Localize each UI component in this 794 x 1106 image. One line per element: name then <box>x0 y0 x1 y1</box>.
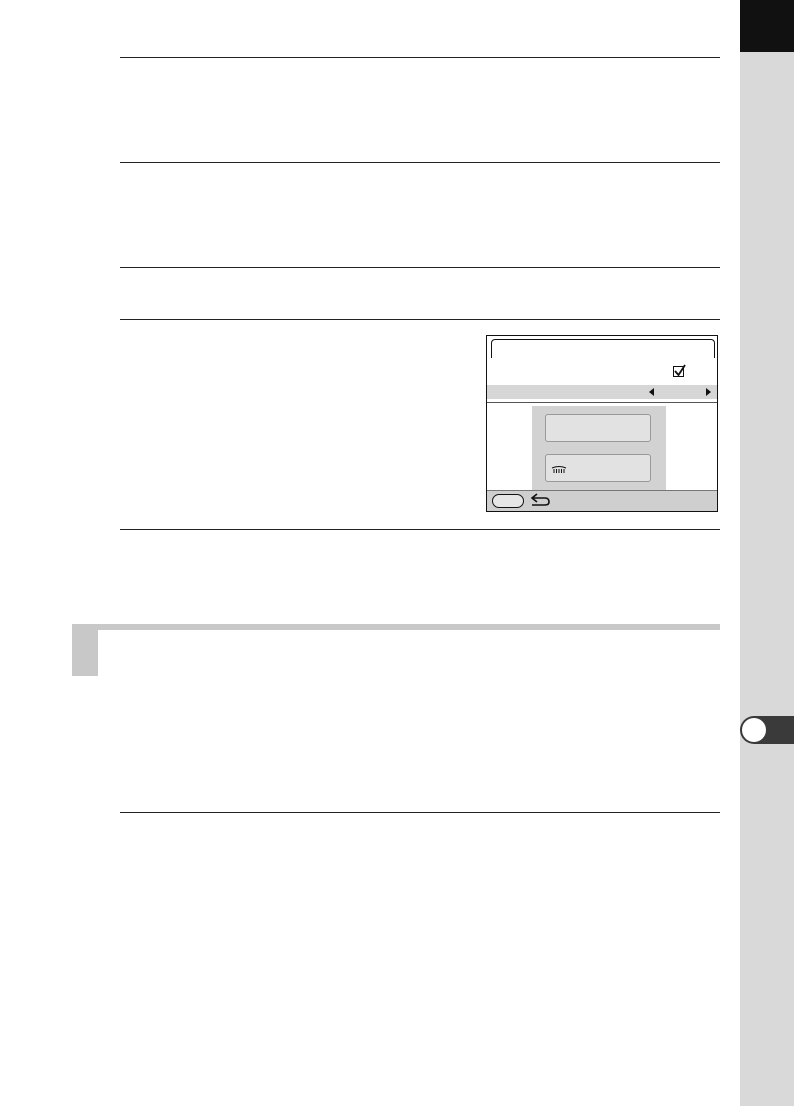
check-icon <box>674 364 686 377</box>
chapter-side-tab <box>740 0 794 1106</box>
arrow-right-icon[interactable] <box>705 388 711 396</box>
camera-screen <box>486 335 718 512</box>
menu-key-button[interactable] <box>492 494 524 508</box>
selected-menu-row[interactable] <box>487 385 717 399</box>
screen-footer <box>487 490 717 511</box>
back-arrow-icon[interactable] <box>529 493 551 507</box>
divider-rule <box>120 267 720 268</box>
setting-checkbox[interactable] <box>673 364 686 377</box>
divider-rule <box>120 319 720 320</box>
screen-title-frame <box>491 339 715 358</box>
divider-rule <box>120 812 720 813</box>
divider-rule <box>120 529 720 530</box>
confirmation-dialog <box>532 406 666 490</box>
dialog-option-button[interactable] <box>545 454 651 482</box>
row-separator <box>487 402 717 403</box>
section-header-bar <box>72 624 720 630</box>
chapter-side-tab-header <box>740 0 794 52</box>
divider-rule <box>120 162 720 163</box>
dial-icon <box>551 466 567 473</box>
section-header-tab <box>72 624 98 676</box>
arrow-left-icon[interactable] <box>649 388 655 396</box>
dialog-option-button[interactable] <box>545 414 651 442</box>
divider-rule <box>120 57 720 58</box>
chapter-number-circle <box>742 718 766 742</box>
